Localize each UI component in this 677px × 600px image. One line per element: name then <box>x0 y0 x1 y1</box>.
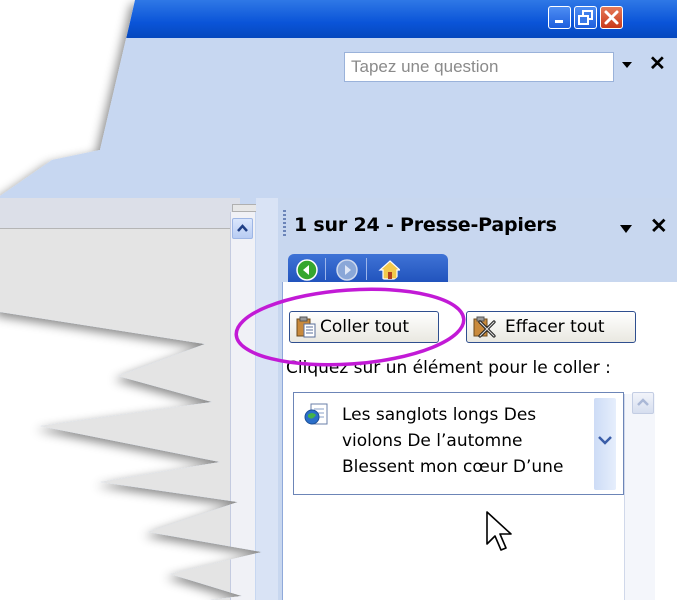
minimize-icon <box>555 20 563 23</box>
scroll-up-button[interactable] <box>232 218 253 239</box>
mouse-cursor-icon <box>486 511 512 551</box>
clipboard-item-icon <box>304 403 328 425</box>
clipboard-item-line: violons De l’automne <box>342 431 523 451</box>
clipboard-item-text: Les sanglots longs Des violons De l’auto… <box>342 402 592 480</box>
chevron-up-icon <box>237 224 248 232</box>
screenshot-stage: Tapez une question ✕ 1 sur 24 - Presse-P… <box>0 0 677 600</box>
chevron-down-icon <box>598 436 612 445</box>
pane-menu-dropdown-icon[interactable] <box>620 225 632 233</box>
pane-title: 1 sur 24 - Presse-Papiers <box>294 214 557 236</box>
highlight-ellipse <box>234 287 466 367</box>
clipboard-item-line: Blessent mon cœur D’une <box>342 457 564 477</box>
nav-separator <box>325 258 326 280</box>
chevron-up-icon <box>637 398 649 406</box>
clear-all-label: Effacer tout <box>505 317 605 337</box>
close-icon <box>604 10 619 25</box>
scrollbar-split-box[interactable] <box>232 204 258 212</box>
minimize-button[interactable] <box>548 6 571 29</box>
question-dropdown-icon[interactable] <box>622 62 632 68</box>
restore-button[interactable] <box>574 6 597 29</box>
clipboard-item-line: Les sanglots longs Des <box>342 405 537 425</box>
ruler-area <box>0 198 240 229</box>
pane-splitter[interactable] <box>256 198 278 600</box>
back-icon[interactable] <box>296 259 318 281</box>
pane-grip-icon[interactable] <box>283 210 286 238</box>
forward-icon[interactable] <box>336 259 358 281</box>
nav-separator <box>366 258 367 280</box>
question-input[interactable]: Tapez une question <box>344 52 614 82</box>
home-icon[interactable] <box>378 259 400 281</box>
close-window-button[interactable] <box>600 6 623 29</box>
pane-scrollbar[interactable] <box>624 394 655 600</box>
document-scrollbar[interactable] <box>230 212 255 600</box>
restore-icon <box>578 10 593 25</box>
pane-scroll-up-button[interactable] <box>632 392 654 414</box>
clear-all-button[interactable]: Effacer tout <box>466 311 636 343</box>
pane-close-button[interactable]: ✕ <box>650 214 668 239</box>
close-document-button[interactable]: ✕ <box>649 51 666 76</box>
